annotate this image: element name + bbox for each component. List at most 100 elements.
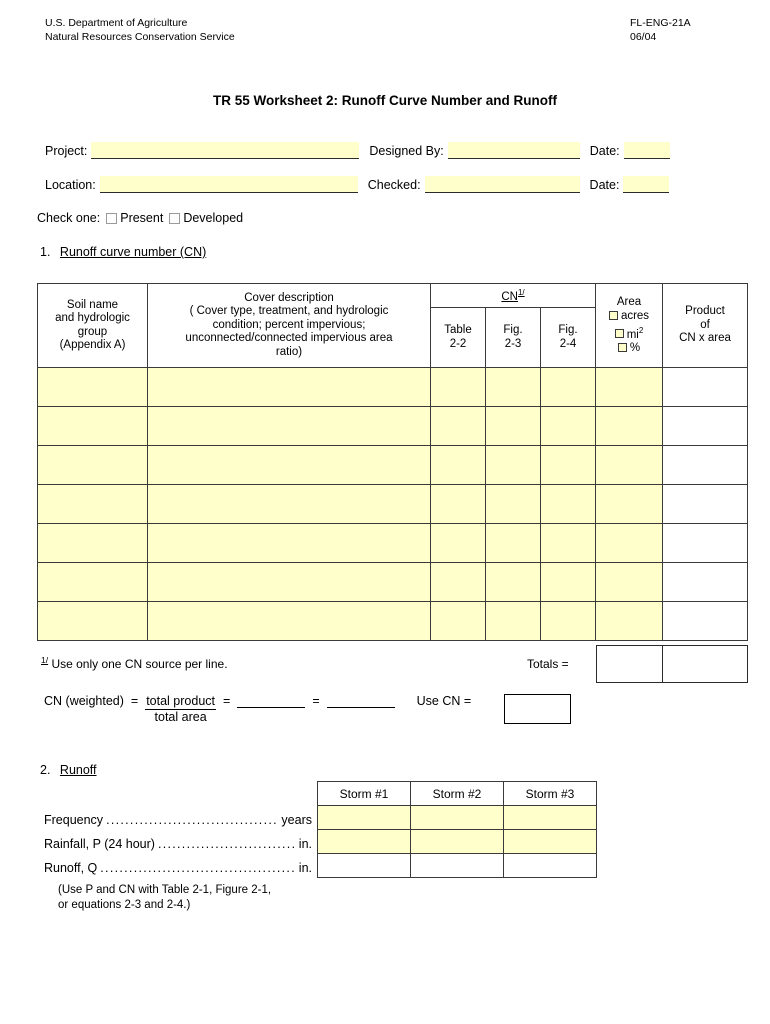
- developed-label: Developed: [183, 211, 244, 225]
- area-unit-percent-checkbox[interactable]: [617, 342, 627, 352]
- cell-table22[interactable]: [430, 445, 486, 485]
- cell-soil[interactable]: [37, 445, 148, 485]
- cell-fig24[interactable]: [540, 523, 596, 563]
- cell-table22[interactable]: [430, 523, 486, 563]
- cell-product: [662, 445, 748, 485]
- frequency-storm1-input[interactable]: [317, 805, 411, 830]
- cell-fig23[interactable]: [485, 367, 541, 407]
- cell-fig24[interactable]: [540, 406, 596, 446]
- form-date: 06/04: [630, 31, 657, 43]
- cell-fig23[interactable]: [485, 445, 541, 485]
- cell-soil[interactable]: [37, 484, 148, 524]
- cover-line-4: unconnected/connected impervious area: [185, 332, 393, 345]
- cell-fig23[interactable]: [485, 523, 541, 563]
- cell-soil[interactable]: [37, 601, 148, 641]
- developed-checkbox[interactable]: [169, 212, 181, 224]
- cell-cover[interactable]: [147, 523, 431, 563]
- cell-area[interactable]: [595, 562, 663, 602]
- cn-fig23-line-2: 2-3: [504, 337, 522, 350]
- cell-soil[interactable]: [37, 406, 148, 446]
- section-2-title: Runoff: [59, 763, 97, 777]
- cell-fig24[interactable]: [540, 601, 596, 641]
- soil-line-2: and hydrologic: [55, 312, 130, 324]
- cell-fig24[interactable]: [540, 484, 596, 524]
- cell-table22[interactable]: [430, 601, 486, 641]
- header-cover-description: Cover description ( Cover type, treatmen…: [147, 283, 431, 368]
- storm-header-2: Storm #2: [410, 781, 504, 806]
- cell-area[interactable]: [595, 484, 663, 524]
- cell-product: [662, 484, 748, 524]
- cell-fig23[interactable]: [485, 406, 541, 446]
- area-unit-mi2-checkbox[interactable]: [614, 329, 624, 339]
- rainfall-storm1-input[interactable]: [317, 829, 411, 854]
- cell-area[interactable]: [595, 445, 663, 485]
- cell-soil[interactable]: [37, 523, 148, 563]
- cell-table22[interactable]: [430, 484, 486, 524]
- date1-label: Date:: [589, 144, 620, 158]
- frequency-storm2-input[interactable]: [410, 805, 504, 830]
- cell-cover[interactable]: [147, 601, 431, 641]
- cell-table22[interactable]: [430, 367, 486, 407]
- rainfall-storm2-input[interactable]: [410, 829, 504, 854]
- table-row: [37, 523, 748, 563]
- cell-cover[interactable]: [147, 445, 431, 485]
- weighted-equals-1: =: [130, 694, 139, 708]
- weighted-value-1[interactable]: [237, 694, 306, 708]
- frequency-storm3-input[interactable]: [503, 805, 597, 830]
- table-row: [37, 562, 748, 602]
- cell-fig24[interactable]: [540, 445, 596, 485]
- dot-leader: ........................................…: [157, 837, 296, 851]
- header-product: Product of CN x area: [662, 283, 748, 368]
- cell-area[interactable]: [595, 367, 663, 407]
- cell-soil[interactable]: [37, 367, 148, 407]
- cn-table22-line-1: Table: [444, 324, 472, 336]
- location-input[interactable]: [99, 176, 358, 193]
- cell-fig23[interactable]: [485, 484, 541, 524]
- cell-cover[interactable]: [147, 484, 431, 524]
- cell-area[interactable]: [595, 523, 663, 563]
- use-cn-input[interactable]: [504, 694, 571, 724]
- table-row: [317, 805, 597, 830]
- cell-fig23[interactable]: [485, 562, 541, 602]
- agency-block: U.S. Department of Agriculture Natural R…: [45, 16, 235, 44]
- cell-cover[interactable]: [147, 367, 431, 407]
- date1-input[interactable]: [623, 142, 670, 159]
- product-line-1: Product: [685, 305, 725, 318]
- section-2-number: 2.: [40, 763, 51, 777]
- frequency-label: Frequency: [44, 813, 104, 827]
- weighted-fraction: total product total area: [145, 694, 216, 725]
- rainfall-storm3-input[interactable]: [503, 829, 597, 854]
- storm-header-3: Storm #3: [503, 781, 597, 806]
- area-unit-acres-checkbox[interactable]: [608, 311, 618, 321]
- cell-soil[interactable]: [37, 562, 148, 602]
- section-1-number: 1.: [40, 245, 51, 259]
- cell-cover[interactable]: [147, 406, 431, 446]
- checked-input[interactable]: [424, 176, 580, 193]
- cell-fig24[interactable]: [540, 367, 596, 407]
- cell-fig24[interactable]: [540, 562, 596, 602]
- cn-table-header-row-1: Soil name and hydrologic group (Appendix…: [37, 283, 748, 368]
- area-unit-mi2-label: mi: [626, 328, 639, 341]
- cell-area[interactable]: [595, 601, 663, 641]
- runoff-storm3-value: [503, 853, 597, 878]
- cell-table22[interactable]: [430, 562, 486, 602]
- cell-fig23[interactable]: [485, 601, 541, 641]
- storm-header-1: Storm #1: [317, 781, 411, 806]
- project-input[interactable]: [91, 142, 360, 159]
- present-checkbox[interactable]: [106, 212, 118, 224]
- weighted-value-2[interactable]: [326, 694, 395, 708]
- fraction-denominator: total area: [154, 710, 207, 724]
- cell-table22[interactable]: [430, 406, 486, 446]
- date2-input[interactable]: [623, 176, 670, 193]
- cell-cover[interactable]: [147, 562, 431, 602]
- totals-product-value: [663, 645, 748, 683]
- storm-table-body: Storm #1 Storm #2 Storm #3: [317, 781, 597, 878]
- table-row: [37, 367, 748, 407]
- header-area: Area acres mi2 %: [595, 283, 663, 368]
- cell-area[interactable]: [595, 406, 663, 446]
- designed-by-input[interactable]: [447, 142, 580, 159]
- date2-label: Date:: [589, 178, 620, 192]
- project-label: Project:: [45, 144, 88, 158]
- weighted-cn-label: CN (weighted): [44, 694, 124, 708]
- use-cn-label: Use CN =: [416, 694, 472, 708]
